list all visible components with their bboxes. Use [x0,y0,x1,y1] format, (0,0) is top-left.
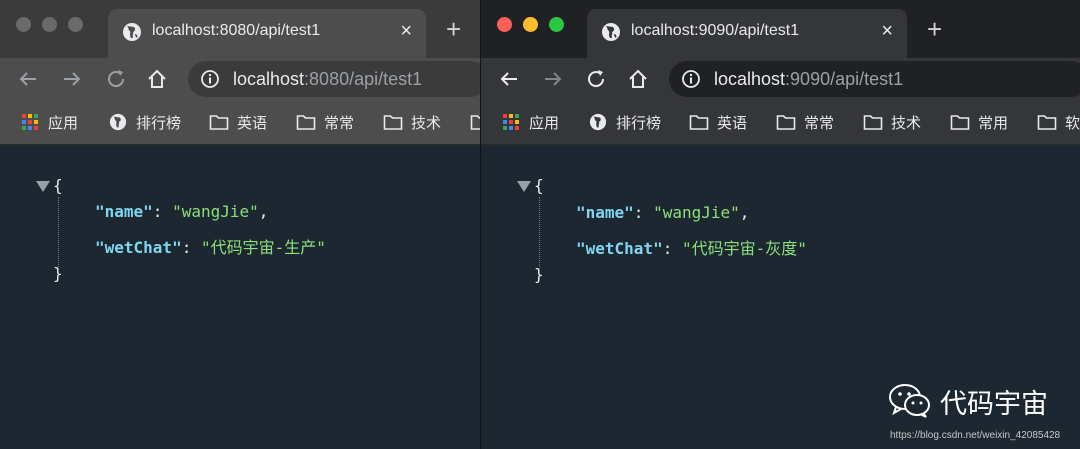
watermark: 代码宇宙 [888,383,1048,419]
json-entry-wetchat: "wetChat": "代码宇宙-灰度" [576,239,807,258]
minimize-window-button[interactable] [523,17,538,32]
forward-icon[interactable] [60,67,84,91]
bookmark-label: 常常 [804,114,835,132]
tab-title: localhost:9090/api/test1 [631,22,800,39]
folder-icon [209,115,229,130]
folder-icon [1037,115,1057,130]
toolbar: localhost:9090/api/test1 [481,58,1080,100]
collapse-toggle-icon[interactable] [36,181,50,192]
tab-strip: localhost:8080/api/test1 × + [0,0,480,58]
bookmark-folder-changchang[interactable]: 常常 [776,111,834,133]
close-window-button[interactable] [497,17,512,32]
bookmark-label: 排行榜 [136,114,182,132]
json-close-brace: } [534,265,544,284]
folder-icon [950,115,970,130]
tab-strip: localhost:9090/api/test1 × + [481,0,1080,58]
url-text: localhost:9090/api/test1 [714,69,903,90]
url-path: :9090/api/test1 [785,69,904,89]
bookmark-label: 英语 [237,114,268,132]
info-icon[interactable] [200,69,220,89]
url-text: localhost:8080/api/test1 [233,69,422,90]
bookmark-folder-common[interactable]: 常用 [950,111,1008,133]
bookmark-ranking[interactable]: 排行榜 [588,111,661,133]
bookmark-folder-soft[interactable]: 软 [1037,111,1080,133]
bookmark-folder-tech[interactable]: 技术 [863,111,921,133]
screen: localhost:8080/api/test1 × + localhost:8… [0,0,1080,449]
bookmark-label: 软 [1065,114,1080,132]
forward-icon[interactable] [541,67,565,91]
bookmark-label: 技术 [891,114,922,132]
back-icon[interactable] [497,67,521,91]
json-entry-name: "name": "wangJie", [576,203,750,222]
globe-icon [589,113,607,131]
bookmarks-bar: 应用 排行榜 英语 常常 [0,100,480,145]
json-open-brace: { [53,176,63,195]
apps-grid-icon [22,114,38,130]
folder-icon [383,115,403,130]
folder-icon [689,115,709,130]
tab-close-button[interactable]: × [881,20,893,42]
bookmark-folder-changchang[interactable]: 常常 [296,111,354,133]
wechat-logo-icon [889,384,930,418]
maximize-window-button[interactable] [549,17,564,32]
bookmark-label: 应用 [529,114,560,132]
new-tab-button[interactable]: + [446,16,461,42]
json-entry-name: "name": "wangJie", [95,202,269,221]
collapse-toggle-icon[interactable] [517,181,531,192]
minimize-window-button[interactable] [42,17,57,32]
address-bar[interactable]: localhost:8080/api/test1 [188,61,480,97]
folder-icon [470,115,480,130]
globe-icon [109,113,127,131]
back-icon[interactable] [16,67,40,91]
reload-icon[interactable] [104,67,128,91]
globe-icon [123,23,141,41]
json-entry-wetchat: "wetChat": "代码宇宙-生产" [95,238,326,257]
apps-grid-icon [503,114,519,130]
bookmark-label: 常用 [978,114,1009,132]
url-host: localhost [714,69,786,89]
bookmark-label: 技术 [411,114,442,132]
folder-icon [776,115,796,130]
bookmarks-bar: 应用 排行榜 英语 常常 [481,100,1080,145]
maximize-window-button[interactable] [68,17,83,32]
json-viewer: { "name": "wangJie", "wetChat": "代码宇宙-生产… [0,145,480,449]
new-tab-button[interactable]: + [927,16,942,42]
bookmark-label: 排行榜 [616,114,662,132]
bookmark-label: 应用 [48,114,79,132]
folder-icon [296,115,316,130]
bookmark-folder-tech[interactable]: 技术 [383,111,441,133]
address-bar[interactable]: localhost:9090/api/test1 [669,61,1080,97]
home-icon[interactable] [626,67,650,91]
browser-window-left: localhost:8080/api/test1 × + localhost:8… [0,0,480,449]
toolbar: localhost:8080/api/test1 [0,58,480,100]
bookmark-label: 英语 [717,114,748,132]
bookmark-apps[interactable]: 应用 [20,111,78,133]
url-path: :8080/api/test1 [304,69,423,89]
bookmark-apps[interactable]: 应用 [501,111,559,133]
info-icon[interactable] [681,69,701,89]
tab-title: localhost:8080/api/test1 [152,22,321,39]
close-window-button[interactable] [16,17,31,32]
url-host: localhost [233,69,305,89]
folder-icon [863,115,883,130]
globe-icon [602,23,620,41]
bookmark-folder-overflow[interactable] [470,111,480,133]
bookmark-label: 常常 [324,114,355,132]
tab-active[interactable]: localhost:8080/api/test1 × [108,9,426,58]
reload-icon[interactable] [584,67,608,91]
home-icon[interactable] [145,67,169,91]
bookmark-folder-english[interactable]: 英语 [689,111,747,133]
tab-active[interactable]: localhost:9090/api/test1 × [587,9,907,58]
bookmark-folder-english[interactable]: 英语 [209,111,267,133]
indent-guide [539,197,540,269]
watermark-name: 代码宇宙 [940,388,1048,419]
bookmark-ranking[interactable]: 排行榜 [108,111,181,133]
json-open-brace: { [534,176,544,195]
indent-guide [58,197,59,269]
watermark-url: https://blog.csdn.net/weixin_42085428 [890,430,1061,441]
tab-close-button[interactable]: × [400,20,412,42]
json-close-brace: } [53,264,63,283]
